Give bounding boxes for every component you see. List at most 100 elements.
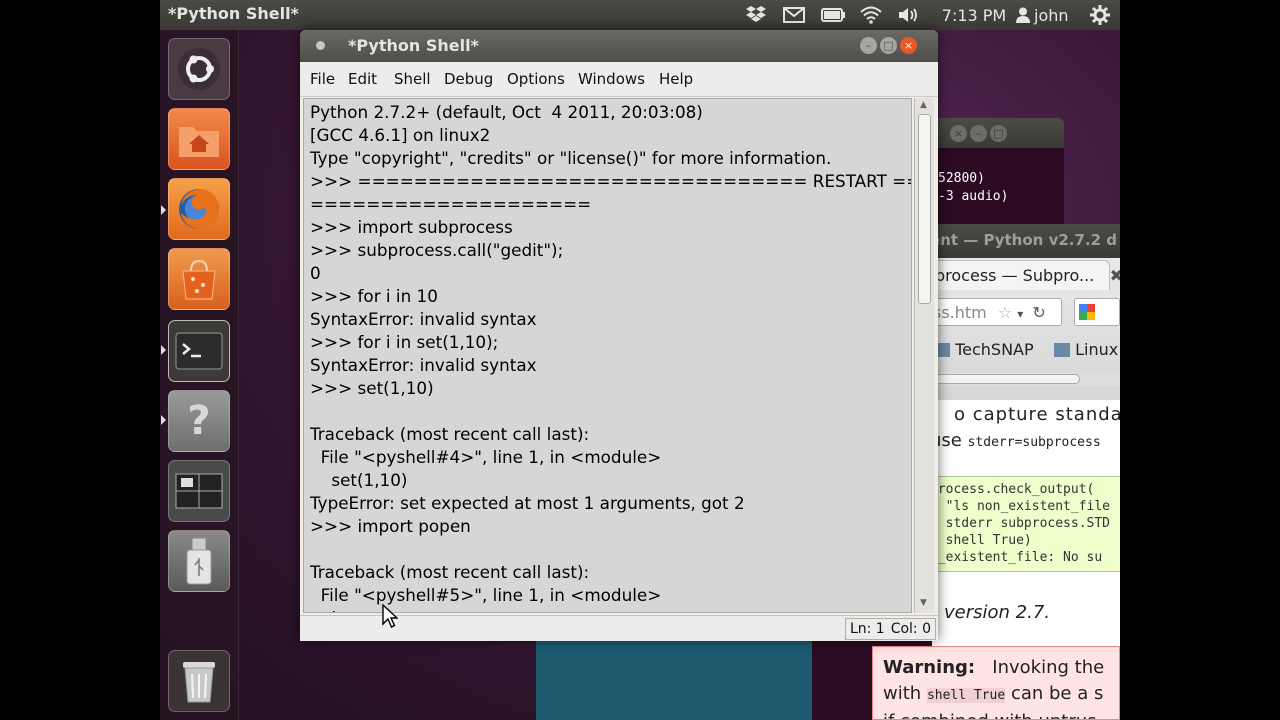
menu-windows[interactable]: Windows bbox=[578, 70, 645, 88]
doc-text: o capture standar bbox=[954, 404, 1120, 425]
bookmark-linux[interactable]: Linux bbox=[1054, 340, 1118, 359]
code-example: process.check_output( "ls non_existent_f… bbox=[930, 476, 1120, 572]
warning-title: Warning: bbox=[883, 657, 976, 678]
trash-icon bbox=[183, 662, 215, 703]
url-bar[interactable]: ss.htm ☆ ▾ ↻ bbox=[930, 298, 1062, 326]
reload-icon[interactable]: ↻ bbox=[1032, 303, 1045, 322]
volume-icon[interactable] bbox=[896, 3, 922, 27]
background-terminal-window[interactable]: × – □ 52800) -3 audio) bbox=[930, 118, 1064, 228]
launcher: ? bbox=[160, 30, 239, 720]
horizontal-scrollbar[interactable] bbox=[930, 372, 1120, 386]
close-icon[interactable]: × bbox=[900, 37, 917, 54]
ubuntu-logo-icon bbox=[178, 48, 220, 90]
user-icon bbox=[1016, 7, 1030, 23]
bookmark-label: Linux bbox=[1075, 340, 1119, 359]
line-number: Ln: 1 bbox=[849, 621, 885, 637]
minimize-icon[interactable]: – bbox=[860, 37, 877, 54]
running-indicator bbox=[161, 205, 166, 215]
maximize-icon[interactable]: □ bbox=[990, 125, 1007, 142]
running-indicator bbox=[161, 345, 166, 355]
scroll-down-icon[interactable]: ▼ bbox=[920, 598, 927, 608]
menu-shell[interactable]: Shell bbox=[394, 70, 431, 88]
launcher-firefox[interactable] bbox=[168, 178, 230, 240]
minimize-icon[interactable]: – bbox=[970, 125, 987, 142]
clock[interactable]: 7:13 PM bbox=[940, 3, 1008, 27]
dropbox-icon[interactable] bbox=[744, 3, 768, 27]
window-title: *Python Shell* bbox=[348, 36, 479, 55]
scroll-thumb[interactable] bbox=[918, 114, 931, 304]
battery-icon[interactable] bbox=[820, 3, 846, 27]
menu-options[interactable]: Options bbox=[507, 70, 565, 88]
star-icon[interactable]: ☆ bbox=[998, 303, 1012, 322]
usb-drive-icon bbox=[186, 537, 212, 585]
warning-box: Warning: Invoking the with shell True ca… bbox=[872, 646, 1120, 720]
menu-file[interactable]: File bbox=[310, 70, 335, 88]
software-center-icon bbox=[182, 259, 216, 300]
python-shell-window[interactable]: *Python Shell* – □ × File Edit Shell Deb… bbox=[300, 30, 938, 641]
launcher-home-folder[interactable] bbox=[168, 108, 230, 170]
warning-text: can be a s bbox=[1010, 683, 1104, 704]
shell-output: Python 2.7.2+ (default, Oct 4 2011, 20:0… bbox=[310, 102, 911, 612]
search-engine-box[interactable] bbox=[1074, 298, 1120, 326]
top-panel: *Python Shell* 7:13 PM john bbox=[160, 0, 1120, 30]
launcher-help[interactable]: ? bbox=[168, 390, 230, 452]
user-menu[interactable]: john bbox=[1016, 3, 1080, 27]
desktop-region bbox=[536, 640, 812, 720]
terminal-output: 52800) -3 audio) bbox=[938, 171, 1009, 204]
launcher-usb-drive[interactable] bbox=[168, 530, 230, 592]
bookmark-label: TechSNAP bbox=[955, 340, 1034, 359]
scroll-thumb[interactable] bbox=[930, 374, 1080, 384]
menu-help[interactable]: Help bbox=[659, 70, 693, 88]
browser-tab[interactable]: process — Subpro... ✖ bbox=[930, 260, 1120, 290]
workspace-switcher-icon bbox=[175, 473, 223, 509]
launcher-workspace-switcher[interactable] bbox=[168, 460, 230, 522]
menu-debug[interactable]: Debug bbox=[444, 70, 493, 88]
terminal-icon bbox=[175, 332, 223, 370]
menu-bar: File Edit Shell Debug Options Windows He… bbox=[300, 62, 938, 97]
launcher-terminal[interactable] bbox=[168, 320, 230, 382]
warning-text: Invoking the bbox=[992, 657, 1105, 678]
browser-window-title: ent — Python v2.7.2 d bbox=[930, 231, 1118, 249]
dropdown-icon[interactable]: ▾ bbox=[1017, 307, 1023, 321]
close-icon[interactable]: ✖ bbox=[1110, 261, 1120, 291]
terminal-titlebar: × – □ bbox=[930, 118, 1064, 148]
doc-inline-code: stderr=subprocess bbox=[967, 435, 1101, 450]
column-number: Col: 0 bbox=[890, 621, 931, 637]
warning-text: if combined with untrus bbox=[883, 711, 1097, 719]
cursor-position: Ln: 1 Col: 0 bbox=[844, 618, 936, 640]
browser-toolbar: process — Subpro... ✖ ss.htm ☆ ▾ ↻ TechS… bbox=[930, 258, 1120, 400]
version-text: version 2.7. bbox=[944, 602, 1050, 623]
close-icon[interactable]: × bbox=[950, 125, 967, 142]
warning-code: shell True bbox=[926, 688, 1006, 703]
page-white-region: version 2.7. bbox=[936, 586, 1120, 646]
warning-text: with bbox=[883, 683, 922, 704]
browser-titlebar: ent — Python v2.7.2 d bbox=[930, 224, 1120, 258]
menu-edit[interactable]: Edit bbox=[348, 70, 377, 88]
window-titlebar[interactable]: *Python Shell* – □ × bbox=[300, 30, 938, 62]
bookmark-icon bbox=[1054, 343, 1070, 357]
shell-text-area[interactable]: Python 2.7.2+ (default, Oct 4 2011, 20:0… bbox=[303, 98, 912, 613]
gear-icon[interactable] bbox=[1088, 3, 1112, 27]
scroll-up-icon[interactable]: ▲ bbox=[920, 100, 927, 110]
launcher-software-center[interactable] bbox=[168, 248, 230, 310]
home-folder-icon bbox=[179, 127, 219, 157]
bookmarks-bar: TechSNAP Linux bbox=[930, 338, 1120, 366]
mouse-cursor-icon bbox=[382, 604, 398, 628]
launcher-dash-home[interactable] bbox=[168, 38, 230, 100]
panel-app-title: *Python Shell* bbox=[168, 4, 299, 23]
user-name: john bbox=[1034, 5, 1069, 25]
window-menu-icon[interactable] bbox=[316, 41, 325, 50]
url-text: ss.htm bbox=[933, 303, 987, 322]
mail-icon[interactable] bbox=[782, 3, 806, 27]
running-indicator bbox=[161, 415, 166, 425]
vertical-scrollbar[interactable]: ▲ ▼ bbox=[914, 98, 934, 613]
google-icon bbox=[1079, 304, 1095, 320]
launcher-trash[interactable] bbox=[168, 650, 230, 712]
bookmark-techsnap[interactable]: TechSNAP bbox=[934, 340, 1034, 359]
desktop: *Python Shell* 7:13 PM john ? × – □ 5280… bbox=[160, 0, 1120, 720]
doc-text: use stderr=subprocess bbox=[930, 430, 1101, 451]
firefox-icon bbox=[179, 189, 219, 229]
browser-tab-label: process — Subpro... bbox=[935, 266, 1095, 285]
maximize-icon[interactable]: □ bbox=[880, 37, 897, 54]
wifi-icon[interactable] bbox=[858, 3, 884, 27]
